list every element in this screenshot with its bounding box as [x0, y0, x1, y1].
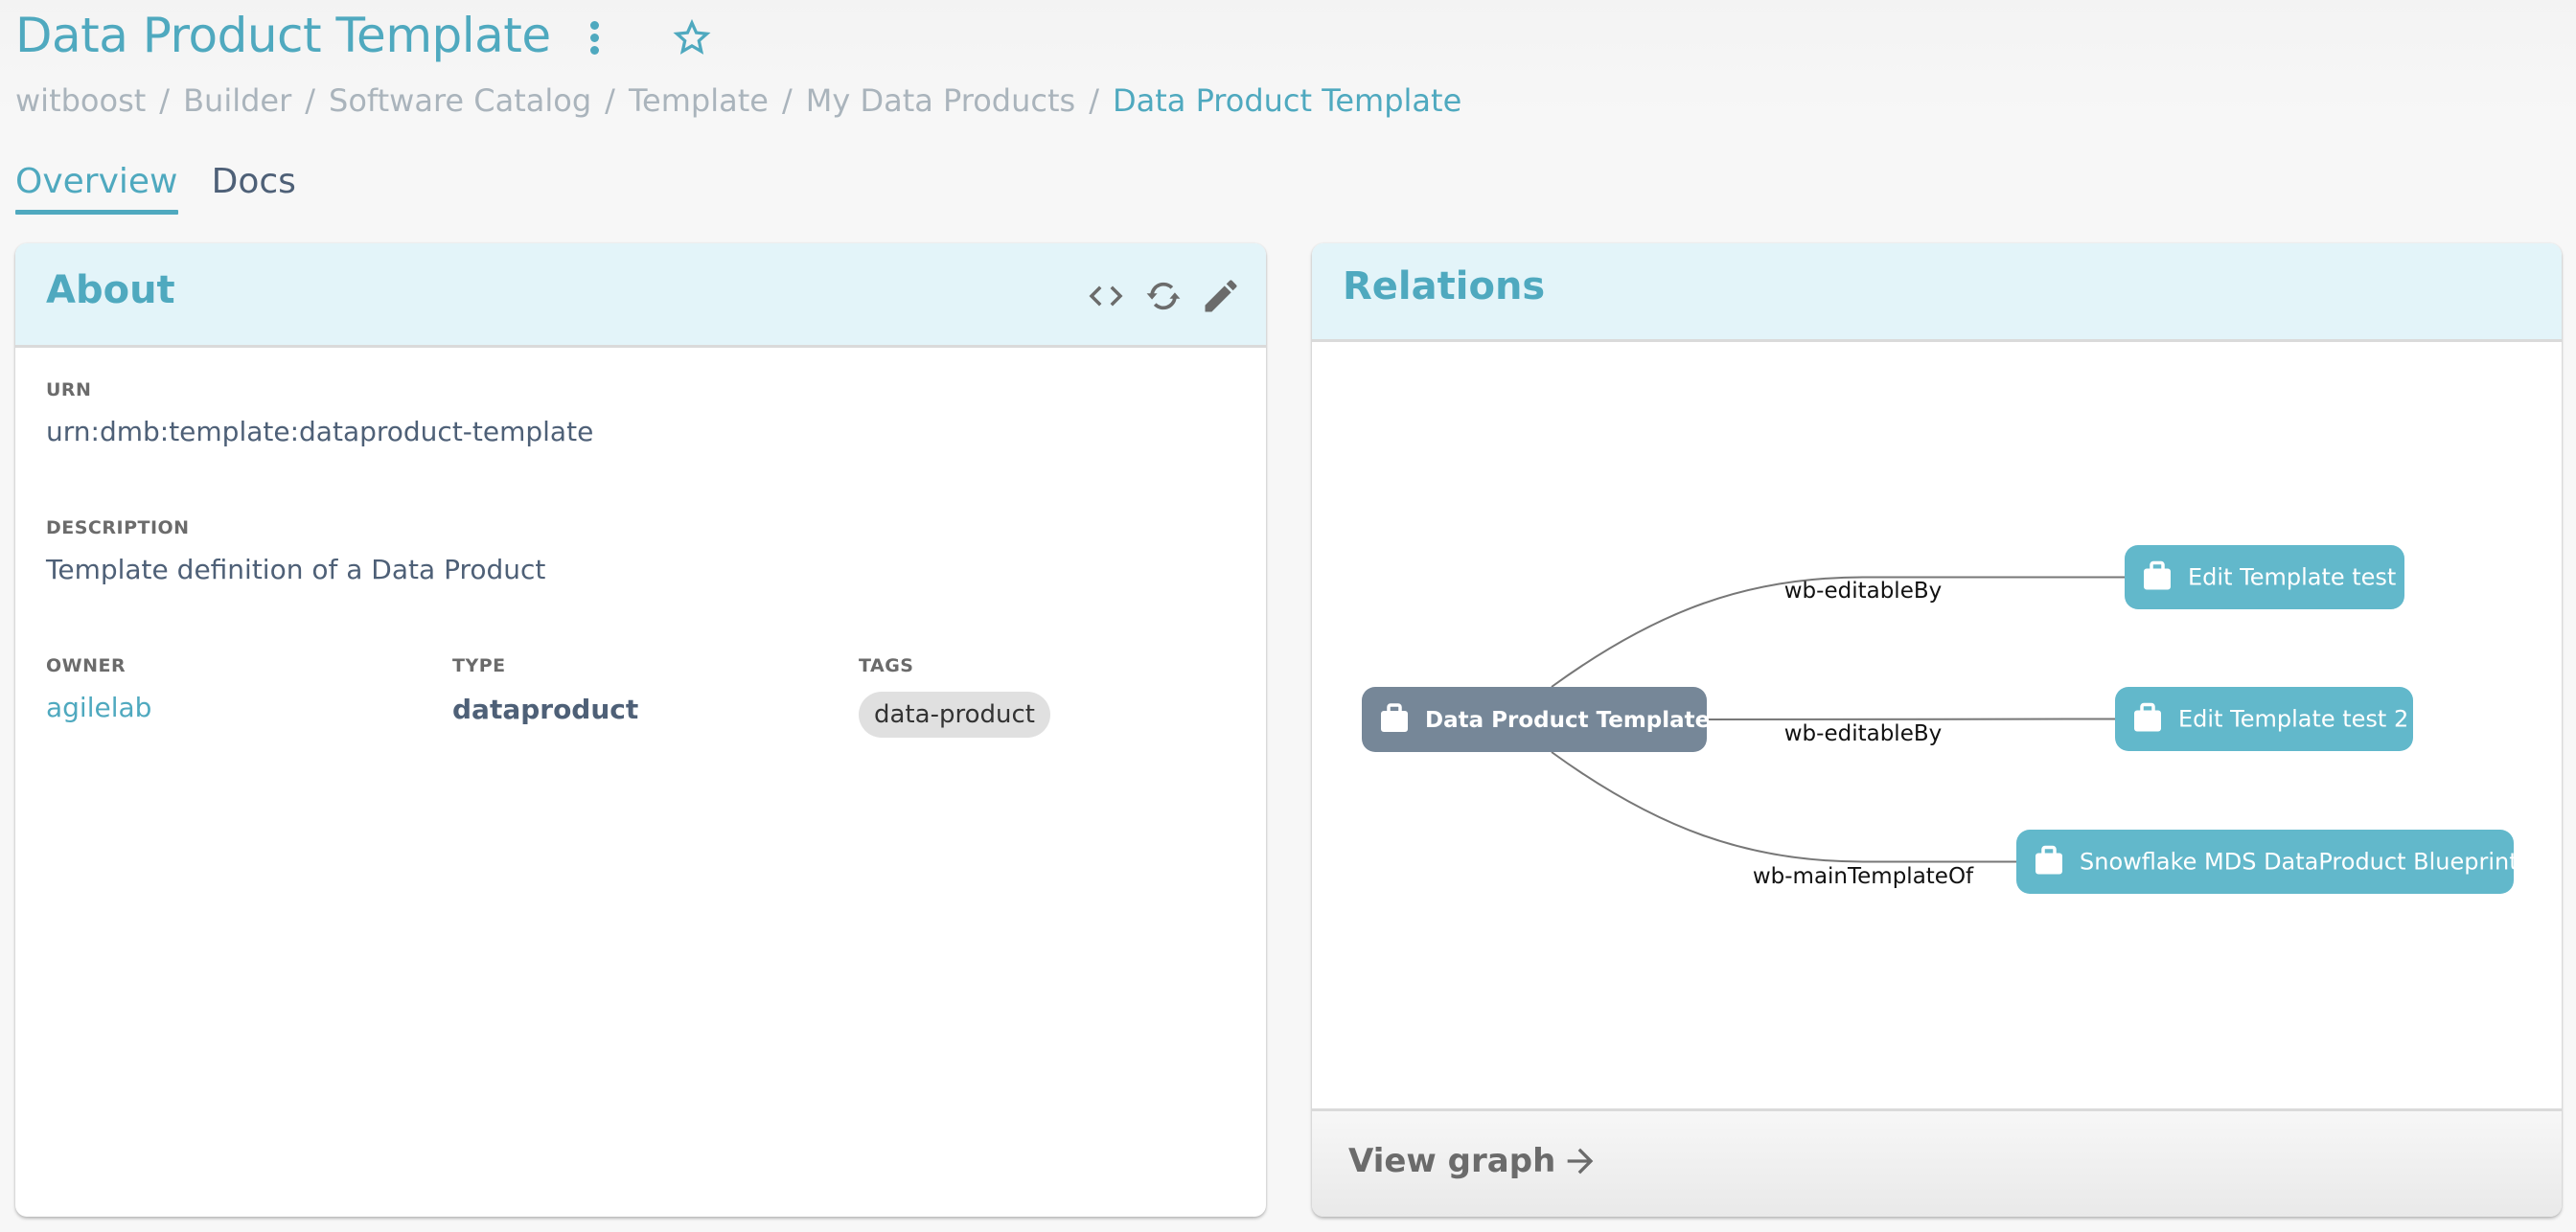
- breadcrumb-item-template[interactable]: Template: [629, 82, 769, 119]
- view-graph-link[interactable]: View graph: [1348, 1142, 1599, 1180]
- breadcrumb-current: Data Product Template: [1112, 82, 1462, 119]
- more-options-button[interactable]: [586, 21, 602, 59]
- breadcrumb-separator: /: [1089, 82, 1099, 119]
- breadcrumb-item-software-catalog[interactable]: Software Catalog: [329, 82, 591, 119]
- relation-label: wb-mainTemplateOf: [1753, 864, 1974, 889]
- main-entity-node[interactable]: Data Product Template: [1362, 687, 1710, 752]
- relation-edge: [1551, 751, 2016, 863]
- owner-link[interactable]: agilelab: [46, 692, 151, 723]
- tab-bar: Overview Docs: [15, 153, 325, 215]
- edit-button[interactable]: [1199, 274, 1243, 318]
- refresh-button[interactable]: [1141, 274, 1185, 318]
- edit-icon: [1205, 280, 1237, 312]
- tab-docs[interactable]: Docs: [212, 153, 296, 211]
- node-label: Edit Template test 2: [2178, 706, 2408, 733]
- tags-label: TAGS: [859, 655, 914, 676]
- breadcrumb-separator: /: [605, 82, 615, 119]
- breadcrumb-item-builder[interactable]: Builder: [183, 82, 291, 119]
- breadcrumb-separator: /: [159, 82, 171, 119]
- related-entity-node[interactable]: Snowflake MDS DataProduct Blueprint: [2016, 830, 2518, 894]
- urn-value: urn:dmb:template:dataproduct-template: [46, 416, 594, 447]
- breadcrumb-separator: /: [305, 82, 316, 119]
- star-outline-icon: [673, 18, 711, 55]
- tag-chip[interactable]: data-product: [859, 692, 1050, 738]
- related-entity-node[interactable]: Edit Template test: [2125, 545, 2404, 609]
- description-label: DESCRIPTION: [46, 517, 190, 538]
- about-card-header: About: [15, 243, 1266, 348]
- refresh-icon: [1146, 282, 1181, 310]
- type-label: TYPE: [452, 655, 506, 676]
- breadcrumb-item-my-data-products[interactable]: My Data Products: [806, 82, 1075, 119]
- breadcrumb-item-witboost[interactable]: witboost: [15, 82, 146, 119]
- relation-label: wb-editableBy: [1784, 579, 1943, 604]
- vertical-dots-icon: [589, 21, 599, 30]
- page-title: Data Product Template: [15, 8, 551, 63]
- relation-edge: [1706, 718, 2116, 720]
- about-card: About URN urn:dmb:template:dataproduct-t…: [15, 243, 1266, 1217]
- code-icon: [1089, 285, 1123, 307]
- relations-footer: View graph: [1312, 1108, 2562, 1217]
- relations-graph: wb-editableBy wb-editableBy wb-mainTemplat…: [1362, 545, 2518, 894]
- breadcrumb-separator: /: [781, 82, 793, 119]
- owner-label: OWNER: [46, 655, 126, 676]
- breadcrumb: witboost / Builder / Software Catalog / Templa…: [15, 77, 1461, 125]
- arrow-right-icon: [1567, 1148, 1594, 1175]
- relations-card: Relations wb-editableBy wb-editableBy wb-m…: [1312, 243, 2562, 1217]
- view-source-button[interactable]: [1084, 274, 1128, 318]
- favorite-button[interactable]: [671, 17, 713, 59]
- urn-label: URN: [46, 379, 92, 400]
- about-title: About: [46, 268, 175, 312]
- node-label: Snowflake MDS DataProduct Blueprint: [2080, 849, 2518, 876]
- node-label: Edit Template test: [2188, 564, 2396, 591]
- node-label: Data Product Template: [1425, 708, 1710, 733]
- view-graph-label: View graph: [1348, 1142, 1556, 1180]
- related-entity-node[interactable]: Edit Template test 2: [2115, 687, 2413, 751]
- description-value: Template definition of a Data Product: [46, 554, 546, 585]
- relation-label: wb-editableBy: [1784, 721, 1943, 746]
- type-value: dataproduct: [452, 694, 639, 725]
- tab-overview[interactable]: Overview: [15, 153, 178, 215]
